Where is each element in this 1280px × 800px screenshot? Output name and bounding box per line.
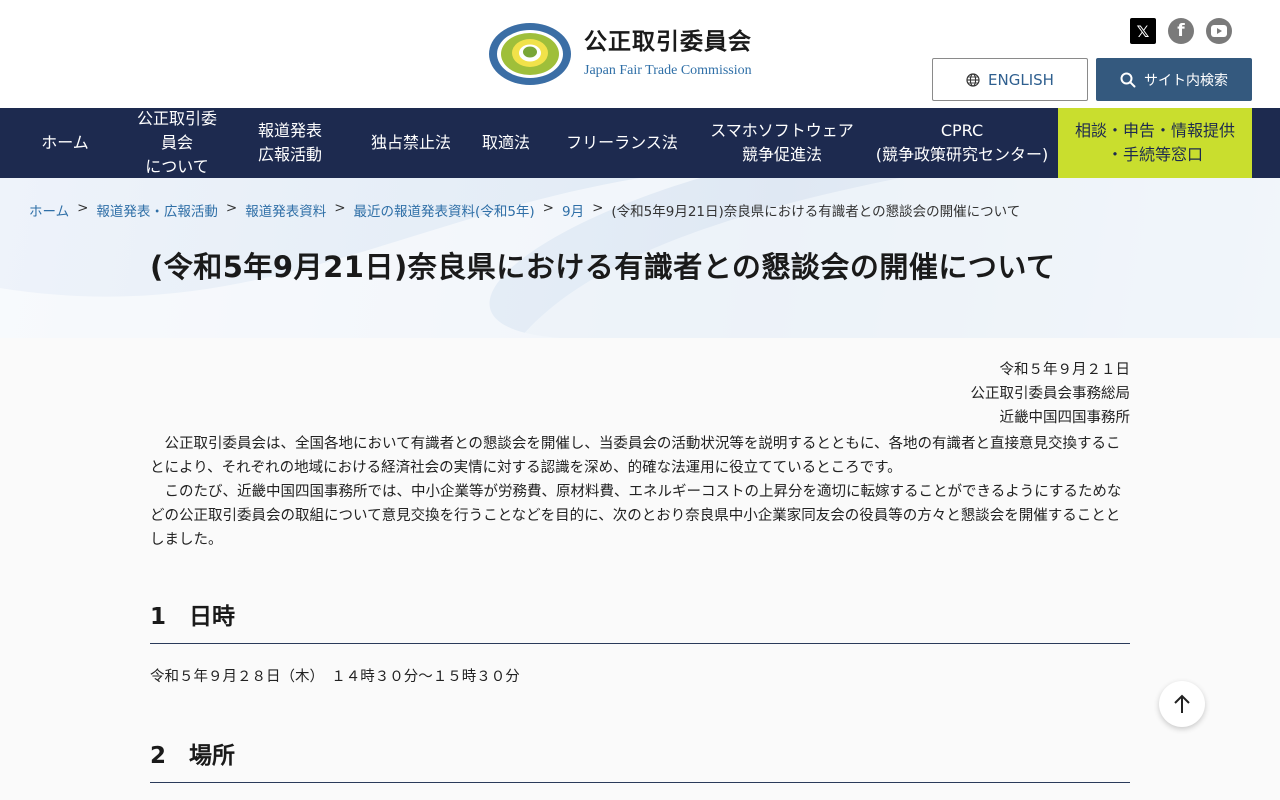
section-heading-location: 2 場所 <box>150 736 1130 783</box>
english-label: ENGLISH <box>988 70 1054 89</box>
english-button[interactable]: ENGLISH <box>932 58 1088 101</box>
nav-item-freelance[interactable]: フリーランス法 <box>546 108 698 178</box>
site-search-button[interactable]: サイト内検索 <box>1096 58 1252 101</box>
breadcrumb-press[interactable]: 報道発表・広報活動 <box>96 200 218 220</box>
jftc-emblem-icon <box>489 23 571 85</box>
nav-item-press[interactable]: 報道発表 広報活動 <box>224 108 356 178</box>
breadcrumb-separator: > <box>225 200 238 216</box>
youtube-play-icon <box>1211 25 1227 37</box>
nav-item-subcontract[interactable]: 取適法 <box>466 108 546 178</box>
section-heading-datetime: 1 日時 <box>150 597 1130 644</box>
site-logo[interactable]: 公正取引委員会 Japan Fair Trade Commission <box>488 22 752 86</box>
intro-paragraph: 公正取引委員会は、全国各地において有識者との懇談会を開催し、当委員会の活動状況等… <box>150 436 1121 476</box>
nav-item-antimonopoly[interactable]: 独占禁止法 <box>356 108 466 178</box>
page-hero: ホーム > 報道発表・広報活動 > 報道発表資料 > 最近の報道発表資料(令和5… <box>0 178 1280 338</box>
x-icon[interactable]: 𝕏 <box>1130 18 1156 44</box>
nav-item-cprc[interactable]: CPRC (競争政策研究センター) <box>866 108 1058 178</box>
main-content: 令和５年９月２１日 公正取引委員会事務総局 近畿中国四国事務所 公正取引委員会は… <box>150 338 1130 783</box>
section-body-datetime: 令和５年９月２８日（木） １４時３０分～１５時３０分 <box>150 669 520 685</box>
breadcrumb-separator: > <box>334 200 346 216</box>
org-name-en: Japan Fair Trade Commission <box>584 62 752 78</box>
facebook-icon[interactable]: f <box>1168 18 1194 44</box>
nav-item-home[interactable]: ホーム <box>0 108 130 178</box>
site-header: 公正取引委員会 Japan Fair Trade Commission 𝕏 f … <box>0 0 1280 108</box>
purpose-paragraph: このたび、近畿中国四国事務所では、中小企業等が労務費、原材料費、エネルギーコスト… <box>150 484 1122 548</box>
globe-icon <box>966 72 980 87</box>
breadcrumb-current: (令和5年9月21日)奈良県における有識者との懇談会の開催について <box>611 204 1021 220</box>
back-to-top-button[interactable] <box>1159 681 1205 727</box>
breadcrumb-recent[interactable]: 最近の報道発表資料(令和5年) <box>354 200 535 220</box>
nav-item-consultation[interactable]: 相談・申告・情報提供 ・手続等窓口 <box>1058 108 1252 178</box>
search-label: サイト内検索 <box>1144 72 1228 89</box>
sns-links: 𝕏 f <box>1130 18 1244 44</box>
breadcrumb-home[interactable]: ホーム <box>29 200 69 220</box>
breadcrumb-separator: > <box>592 200 604 216</box>
global-nav: ホーム 公正取引委員会 について 報道発表 広報活動 独占禁止法 取適法 フリー… <box>0 108 1280 178</box>
arrow-up-icon <box>1174 694 1190 713</box>
breadcrumb: ホーム > 報道発表・広報活動 > 報道発表資料 > 最近の報道発表資料(令和5… <box>29 200 1020 220</box>
breadcrumb-separator: > <box>542 200 554 216</box>
breadcrumb-press-materials[interactable]: 報道発表資料 <box>245 200 326 220</box>
document-date: 令和５年９月２１日 <box>999 362 1131 378</box>
nav-item-smartphone[interactable]: スマホソフトウェア 競争促進法 <box>698 108 866 178</box>
issuer-primary: 公正取引委員会事務総局 <box>970 386 1131 402</box>
org-name-ja: 公正取引委員会 <box>584 29 752 56</box>
breadcrumb-september[interactable]: 9月 <box>562 200 584 220</box>
youtube-icon[interactable] <box>1206 18 1232 44</box>
search-icon <box>1120 72 1136 88</box>
nav-item-about[interactable]: 公正取引委員会 について <box>130 108 224 178</box>
breadcrumb-separator: > <box>77 200 89 216</box>
page-title: (令和5年9月21日)奈良県における有識者との懇談会の開催について <box>150 250 1056 284</box>
issuer-secondary: 近畿中国四国事務所 <box>999 410 1131 426</box>
document-meta: 令和５年９月２１日 公正取引委員会事務総局 近畿中国四国事務所 <box>150 358 1131 430</box>
